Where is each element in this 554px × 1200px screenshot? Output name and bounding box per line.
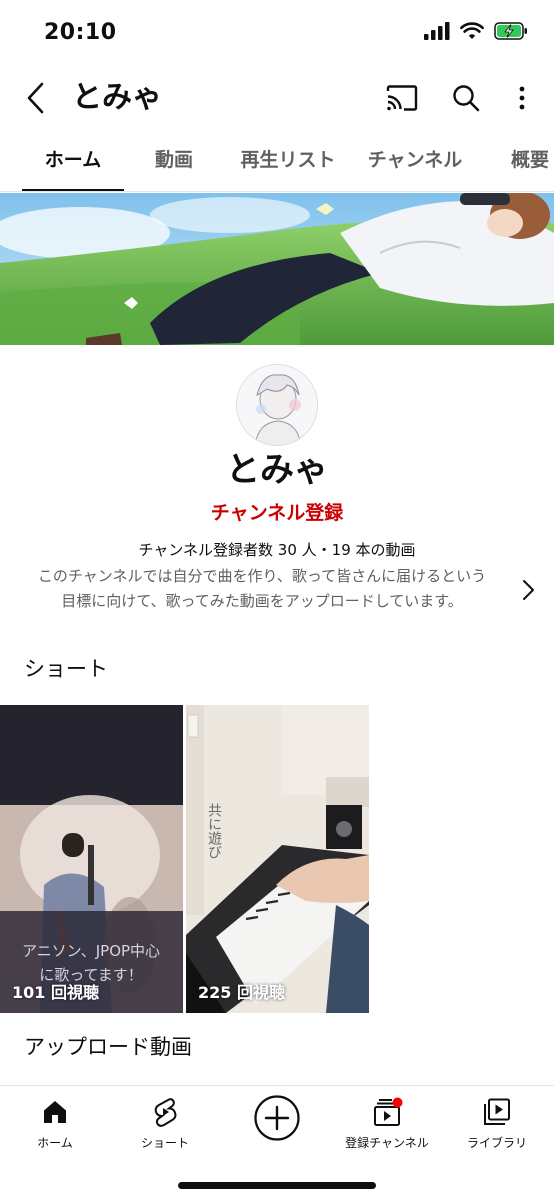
channel-avatar[interactable] [236, 364, 318, 446]
app-header: とみゃ [0, 66, 554, 130]
search-button[interactable] [446, 78, 486, 118]
description-line: このチャンネルでは自分で曲を作り、歌って皆さんに届けるという [37, 567, 487, 585]
chevron-left-icon [27, 82, 44, 114]
plus-circle-icon [254, 1095, 300, 1141]
tab-videos[interactable]: 動画 [140, 132, 208, 191]
home-indicator [178, 1182, 376, 1189]
nav-library[interactable]: ライブラリ [442, 1096, 552, 1156]
uploads-section-title: アップロード動画 [24, 1035, 192, 1059]
channel-description[interactable]: このチャンネルでは自分で曲を作り、歌って皆さんに届けるという 目標に向けて、歌っ… [12, 564, 512, 614]
cast-icon [386, 85, 418, 111]
subscribe-button[interactable]: チャンネル登録 [0, 498, 554, 528]
tab-about[interactable]: 概要 [500, 132, 554, 191]
short-overlay-text-1: アニソン、JPOP中心 [22, 942, 160, 960]
avatar-illustration [237, 365, 317, 445]
nav-label: 登録チャンネル [345, 1136, 429, 1150]
status-bar: 20:10 [0, 0, 554, 66]
create-button[interactable] [253, 1094, 301, 1142]
short-view-count: 101 回視聴 [12, 983, 99, 1002]
status-icons [424, 22, 528, 40]
nav-label: ホーム [37, 1136, 73, 1150]
channel-tabs: ホーム 動画 再生リスト チャンネル 概要 [0, 132, 554, 192]
description-line: 目標に向けて、歌ってみた動画をアップロードしています。 [61, 592, 463, 610]
status-time: 20:10 [44, 20, 117, 45]
channel-stats: チャンネル登録者数 30 人・19 本の動画 [138, 541, 416, 559]
nav-subscriptions[interactable]: 登録チャンネル [332, 1096, 442, 1156]
shorts-section-title: ショート [24, 657, 108, 681]
wifi-icon [460, 22, 484, 39]
banner-illustration [0, 193, 554, 345]
channel-name: とみゃ [226, 450, 328, 490]
shorts-icon [154, 1098, 177, 1127]
library-icon [484, 1098, 510, 1125]
nav-label: ライブラリ [466, 1136, 527, 1150]
more-options-button[interactable] [510, 78, 534, 118]
chevron-right-icon[interactable] [518, 576, 538, 604]
back-button[interactable] [18, 78, 54, 118]
short-thumbnail: 共に遊び [186, 705, 369, 1013]
battery-charging-icon [494, 22, 527, 40]
bottom-navigation: ホーム ショート 登録チャンネル ライブラリ [0, 1085, 554, 1200]
cellular-signal-icon [424, 22, 450, 40]
home-icon [44, 1101, 66, 1123]
tab-home[interactable]: ホーム [22, 132, 124, 191]
subscriptions-icon [374, 1097, 403, 1126]
short-thumbnail: アニソン、JPOP中心 に歌ってます！ [0, 705, 183, 1013]
header-title: とみゃ [72, 80, 162, 115]
short-card[interactable]: 共に遊び 225 回視聴 [186, 705, 369, 1013]
header-actions [382, 78, 534, 118]
search-icon [453, 85, 480, 112]
short-card[interactable]: アニソン、JPOP中心 に歌ってます！ 101 回視聴 [0, 705, 183, 1013]
cast-button[interactable] [382, 78, 422, 118]
nav-shorts[interactable]: ショート [110, 1096, 220, 1156]
tab-playlists[interactable]: 再生リスト [232, 132, 344, 191]
channel-banner [0, 193, 554, 345]
short-view-count: 225 回視聴 [198, 983, 285, 1002]
tab-channels[interactable]: チャンネル [360, 132, 470, 191]
nav-home[interactable]: ホーム [0, 1096, 110, 1156]
short-vertical-text: 共に遊び [206, 803, 222, 859]
more-vertical-icon [519, 86, 525, 110]
nav-label: ショート [140, 1136, 189, 1150]
